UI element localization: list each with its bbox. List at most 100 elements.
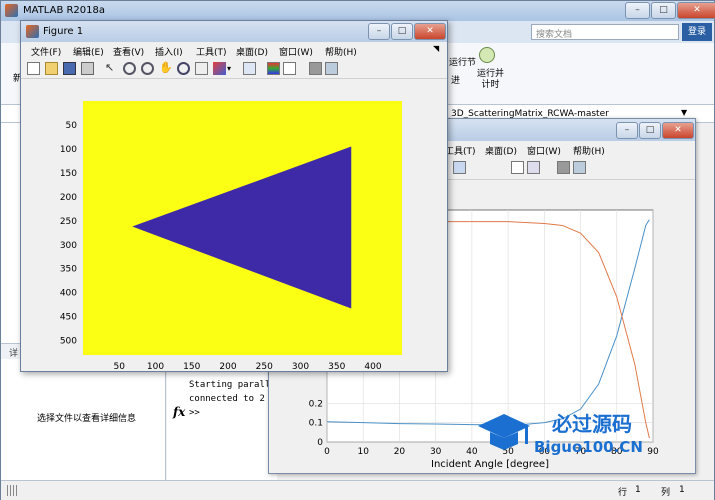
maximize-icon[interactable]: □ [651, 2, 676, 19]
y-tick-label: 150 [60, 169, 77, 179]
status-row-value: 1 [635, 485, 641, 495]
watermark-url: Biguo100.CN [534, 438, 643, 456]
x-tick-label: 150 [183, 362, 200, 371]
y-tick-label: 50 [66, 121, 78, 131]
zoom-in-icon[interactable] [123, 62, 136, 75]
status-bar: 行 1 列 1 [1, 480, 714, 500]
legend-icon[interactable] [283, 62, 296, 75]
status-col-label: 列 [661, 488, 671, 498]
run-advance-label[interactable]: 进 [451, 73, 460, 86]
search-input[interactable]: 搜索文档 [531, 24, 679, 40]
image-plot[interactable]: 50 100 150 200 250 300 350 400 50 100 150 200 250 300… [21, 79, 447, 372]
run-and-time-label[interactable]: 运行并 计时 [477, 69, 504, 91]
print-icon[interactable] [81, 62, 94, 75]
hide-plot-tools-icon[interactable] [309, 62, 322, 75]
y-tick-label: 0.2 [309, 399, 323, 409]
close-icon[interactable]: ✕ [414, 23, 446, 40]
figure-1-title: Figure 1 [43, 26, 84, 37]
maximize-icon[interactable]: □ [639, 122, 661, 139]
y-tick-label: 100 [60, 145, 77, 155]
pointer-icon[interactable]: ↖ [105, 62, 118, 75]
chevron-down-icon[interactable]: ▼ [681, 108, 687, 117]
main-window-controls: – □ ✕ [624, 2, 715, 19]
x-tick-label: 0 [324, 447, 330, 457]
x-tick-label: 30 [430, 447, 442, 457]
rotate-icon[interactable] [177, 62, 190, 75]
figure-1-title-bar[interactable]: Figure 1 – □ ✕ [21, 21, 447, 42]
menu-item-window[interactable]: 窗口(W) [279, 45, 313, 58]
main-title-bar[interactable]: MATLAB R2018a – □ ✕ [1, 1, 715, 21]
figure-1-toolbar: ↖ ✋ ▾ [21, 59, 447, 79]
menu-item-tools[interactable]: 工具(T) [196, 45, 227, 58]
new-figure-icon[interactable] [27, 62, 40, 75]
y-tick-label: 450 [60, 313, 77, 323]
menu-item-edit[interactable]: 编辑(E) [73, 45, 104, 58]
show-plot-tools-icon[interactable] [573, 161, 586, 174]
menu-item-view[interactable]: 查看(V) [113, 45, 144, 58]
command-prompt[interactable]: >> [189, 408, 200, 418]
menu-item-help[interactable]: 帮助(H) [325, 45, 357, 58]
menu-item-desktop[interactable]: 桌面(D) [485, 144, 517, 157]
pin-icon[interactable]: ◥ [433, 44, 439, 53]
y-tick-label: 300 [60, 241, 77, 251]
brush-icon[interactable] [453, 161, 466, 174]
status-grip-icon [7, 485, 17, 496]
menu-item-file[interactable]: 文件(F) [31, 45, 61, 58]
data-cursor-icon[interactable] [195, 62, 208, 75]
minimize-icon[interactable]: – [625, 2, 650, 19]
legend-icon[interactable] [527, 161, 540, 174]
x-tick-label: 400 [364, 362, 381, 371]
link-plot-icon[interactable] [243, 62, 256, 75]
save-icon[interactable] [63, 62, 76, 75]
run-and-time-icon[interactable] [479, 47, 495, 63]
watermark-title: 必过源码 [551, 412, 632, 436]
fx-icon[interactable]: fx [173, 405, 185, 419]
y-tick-label: 250 [60, 217, 77, 227]
maximize-icon[interactable]: □ [391, 23, 413, 40]
open-file-icon[interactable] [45, 62, 58, 75]
x-tick-label: 200 [219, 362, 236, 371]
x-tick-label: 50 [114, 362, 126, 371]
minimize-icon[interactable]: – [616, 122, 638, 139]
close-icon[interactable]: ✕ [677, 2, 715, 19]
menu-item-help[interactable]: 帮助(H) [573, 144, 605, 157]
menu-item-desktop[interactable]: 桌面(D) [236, 45, 268, 58]
colorbar-icon[interactable] [267, 62, 280, 75]
y-tick-label: 200 [60, 193, 77, 203]
login-button[interactable]: 登录 [682, 23, 712, 41]
show-plot-tools-icon[interactable] [325, 62, 338, 75]
figure-1-window[interactable]: Figure 1 – □ ✕ 文件(F) 编辑(E) 查看(V) 插入(I) 工… [20, 20, 448, 372]
minimize-icon[interactable]: – [368, 23, 390, 40]
y-tick-label: 500 [60, 337, 77, 347]
menu-item-insert[interactable]: 插入(I) [155, 45, 183, 58]
y-tick-label: 0.1 [309, 419, 323, 429]
menu-item-window[interactable]: 窗口(W) [527, 144, 561, 157]
x-tick-label: 20 [394, 447, 406, 457]
status-row-label: 行 [618, 488, 628, 498]
run-section-label[interactable]: 运行节 [449, 55, 476, 68]
app-title: MATLAB R2018a [23, 5, 106, 16]
figure-1-window-controls: – □ ✕ [367, 23, 446, 40]
figure-2-window-controls: – □ ✕ [615, 122, 694, 139]
details-placeholder-text: 选择文件以查看详细信息 [37, 414, 137, 424]
status-col-value: 1 [679, 485, 685, 495]
menu-item-tools[interactable]: 工具(T) [445, 144, 476, 157]
details-panel-label: 详 [9, 349, 19, 359]
brush-icon[interactable] [213, 62, 226, 75]
zoom-out-icon[interactable] [141, 62, 154, 75]
matlab-logo-icon [5, 4, 18, 17]
figure-1-plot-area[interactable]: 50 100 150 200 250 300 350 400 50 100 150 200 250 300… [21, 79, 447, 372]
hide-plot-tools-icon[interactable] [557, 161, 570, 174]
command-output-line: connected to 2 w [189, 394, 276, 404]
figure-1-menubar: 文件(F) 编辑(E) 查看(V) 插入(I) 工具(T) 桌面(D) 窗口(W… [21, 42, 447, 59]
pan-icon[interactable]: ✋ [159, 62, 173, 75]
chevron-down-icon[interactable]: ▾ [227, 62, 240, 75]
close-icon[interactable]: ✕ [662, 122, 694, 139]
watermark-logo: 必过源码 Biguo100.CN [478, 412, 643, 456]
figure-icon [26, 25, 39, 38]
graduation-cap-icon [478, 414, 530, 450]
x-tick-label: 250 [256, 362, 273, 371]
y-tick-label: 350 [60, 265, 77, 275]
x-tick-label: 100 [147, 362, 164, 371]
colorbar-icon[interactable] [511, 161, 524, 174]
